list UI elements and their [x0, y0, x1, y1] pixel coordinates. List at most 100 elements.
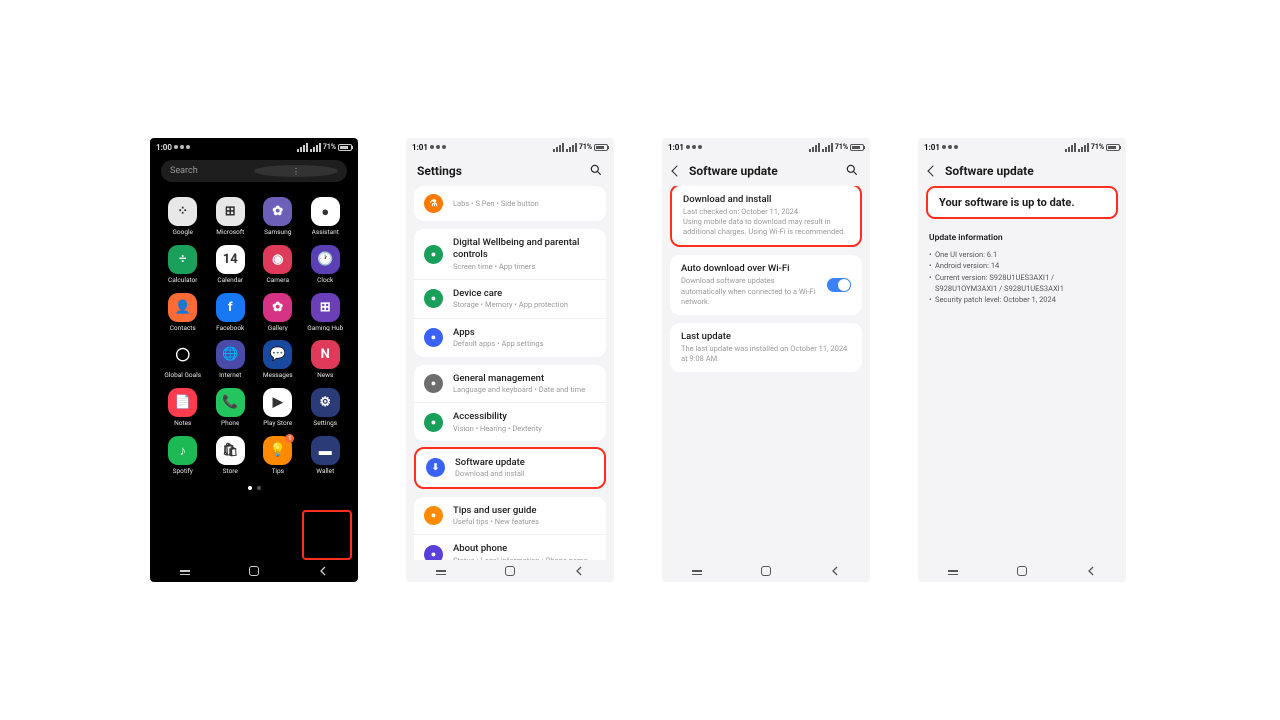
app-settings[interactable]: ⚙Settings: [302, 388, 350, 427]
software-update-row[interactable]: ⬇Software updateDownload and install: [414, 447, 606, 489]
app-microsoft[interactable]: ⊞Microsoft: [207, 197, 255, 236]
settings-row[interactable]: ●AccessibilityVision • Hearing • Dexteri…: [414, 402, 606, 441]
last-update-item[interactable]: Last update The last update was installe…: [670, 323, 862, 372]
app-camera[interactable]: ◉Camera: [254, 245, 302, 284]
app-wallet[interactable]: ▬Wallet: [302, 436, 350, 475]
search-icon[interactable]: [845, 162, 859, 181]
app-label: Internet: [219, 372, 241, 379]
back-button[interactable]: [574, 566, 584, 576]
settings-row[interactable]: ●Tips and user guideUseful tips • New fe…: [414, 497, 606, 535]
app-notes[interactable]: 📄Notes: [159, 388, 207, 427]
download-install-item[interactable]: Download and install Last checked on: Oc…: [670, 186, 862, 247]
app-assistant[interactable]: ●Assistant: [302, 197, 350, 236]
settings-row[interactable]: ●AppsDefault apps • App settings: [414, 318, 606, 357]
update-info: Update information One UI version: 6.1An…: [918, 227, 1126, 305]
battery-icon: [338, 144, 352, 151]
recents-button[interactable]: [180, 570, 190, 572]
app-phone[interactable]: 📞Phone: [207, 388, 255, 427]
signal-icon: [822, 143, 833, 152]
app-contacts[interactable]: 👤Contacts: [159, 293, 207, 332]
assistant-icon: ●: [311, 197, 340, 226]
notif-icon: [436, 145, 440, 149]
page-dots[interactable]: [150, 486, 358, 490]
signal-icon: [553, 143, 564, 152]
row-icon: ●: [424, 506, 443, 525]
clock-icon: 🕐: [311, 245, 340, 274]
app-news[interactable]: NNews: [302, 340, 350, 379]
home-button[interactable]: [505, 566, 515, 576]
row-sub: Screen time • App timers: [453, 262, 596, 271]
notif-icon: [686, 145, 690, 149]
app-gaming-hub[interactable]: ⊞Gaming Hub: [302, 293, 350, 332]
back-icon[interactable]: [927, 165, 938, 176]
app-label: Google: [172, 229, 193, 236]
internet-icon: 🌐: [216, 340, 245, 369]
app-internet[interactable]: 🌐 Internet: [207, 340, 255, 379]
app-global-goals[interactable]: ◯Global Goals: [159, 340, 207, 379]
app-samsung[interactable]: ✿ Samsung: [254, 197, 302, 236]
global-goals-icon: ◯: [168, 340, 197, 369]
home-button[interactable]: [1017, 566, 1027, 576]
nav-bar: [918, 560, 1126, 582]
app-label: Gallery: [268, 325, 288, 332]
app-facebook[interactable]: fFacebook: [207, 293, 255, 332]
app-store[interactable]: 🛍Store: [207, 436, 255, 475]
row-title: About phone: [453, 543, 596, 555]
app-label: Wallet: [316, 468, 334, 475]
row-title: Apps: [453, 327, 596, 339]
search-bar[interactable]: Search ⋮: [161, 160, 347, 182]
app-google[interactable]: ⁘Google: [159, 197, 207, 236]
store-icon: 🛍: [216, 436, 245, 465]
battery-icon: [1106, 144, 1120, 151]
settings-row[interactable]: ●General managementLanguage and keyboard…: [414, 365, 606, 403]
row-icon: ●: [424, 245, 443, 264]
settings-row[interactable]: ●About phoneStatus • Legal information •…: [414, 534, 606, 560]
row-sub: Language and keyboard • Date and time: [453, 385, 596, 394]
back-icon[interactable]: [671, 165, 682, 176]
toggle-on[interactable]: [827, 278, 851, 292]
app-calculator[interactable]: ÷Calculator: [159, 245, 207, 284]
app-clock[interactable]: 🕐Clock: [302, 245, 350, 284]
back-button[interactable]: [830, 566, 840, 576]
auto-download-item[interactable]: Auto download over Wi-Fi Download softwa…: [670, 255, 862, 314]
status-bar: 1:01 71%: [406, 138, 614, 156]
row-icon: ●: [424, 545, 443, 560]
back-button[interactable]: [318, 566, 328, 576]
row-title: Tips and user guide: [453, 505, 596, 517]
battery-pct: 71%: [1091, 143, 1104, 151]
signal-icon: [297, 143, 308, 152]
app-label: Samsung: [264, 229, 291, 236]
clock: 1:01: [412, 143, 428, 152]
settings-row[interactable]: ⚗Labs • S Pen • Side button: [414, 186, 606, 221]
signal-icon: [1065, 143, 1076, 152]
app-messages[interactable]: 💬Messages: [254, 340, 302, 379]
more-icon[interactable]: ⋮: [254, 165, 338, 177]
notif-icon: [948, 145, 952, 149]
row-title: General management: [453, 373, 596, 385]
home-button[interactable]: [249, 566, 259, 576]
app-spotify[interactable]: ♪Spotify: [159, 436, 207, 475]
notif-icon: [942, 145, 946, 149]
app-tips[interactable]: 💡1Tips: [254, 436, 302, 475]
recents-button[interactable]: [692, 570, 702, 572]
app-calendar[interactable]: 14Calendar: [207, 245, 255, 284]
app-label: Contacts: [170, 325, 196, 332]
search-icon[interactable]: [589, 162, 603, 181]
app-label: Settings: [313, 420, 337, 427]
settings-row[interactable]: ● Digital Wellbeing and parental controls…: [414, 229, 606, 279]
notif-icon: [698, 145, 702, 149]
home-button[interactable]: [761, 566, 771, 576]
back-button[interactable]: [1086, 566, 1096, 576]
settings-row[interactable]: ●Device careStorage • Memory • App prote…: [414, 279, 606, 318]
recents-button[interactable]: [948, 570, 958, 572]
highlight-settings: [302, 510, 352, 560]
samsung-icon: ✿: [263, 197, 292, 226]
row-title: Digital Wellbeing and parental controls: [453, 237, 596, 262]
recents-button[interactable]: [436, 570, 446, 572]
info-item: Security patch level: October 1, 2024: [929, 294, 1115, 305]
app-play-store[interactable]: ▶Play Store: [254, 388, 302, 427]
home-screen: 1:00 71% Search ⋮ ⁘Google⊞Microsoft✿Sams…: [150, 138, 358, 582]
app-gallery[interactable]: ✿Gallery: [254, 293, 302, 332]
clock: 1:01: [668, 143, 684, 152]
play-store-icon: ▶: [263, 388, 292, 417]
